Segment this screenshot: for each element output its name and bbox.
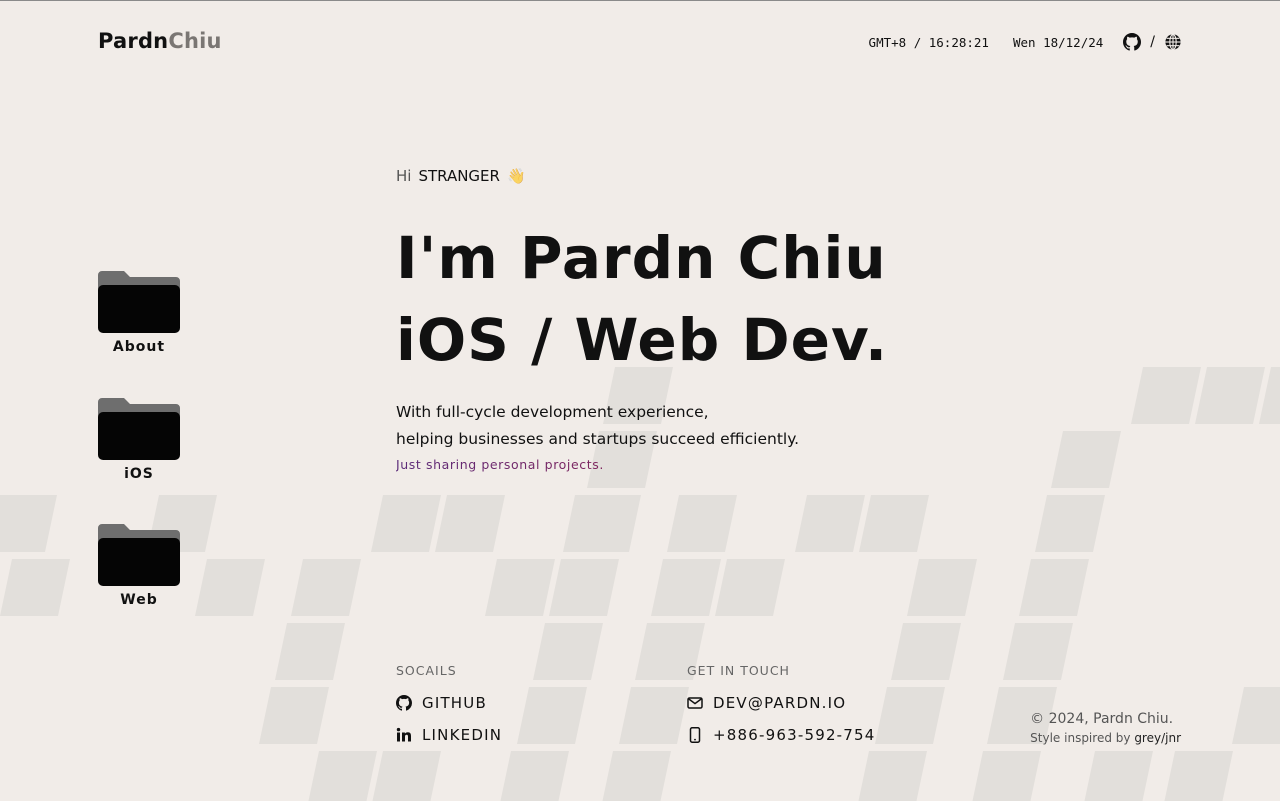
background-tile bbox=[972, 751, 1041, 801]
background-tile bbox=[291, 559, 361, 616]
github-link-label: GITHUB bbox=[422, 694, 487, 712]
intro-line: helping businesses and startups succeed … bbox=[396, 430, 800, 448]
background-tile bbox=[795, 495, 865, 552]
background-tile bbox=[372, 751, 441, 801]
intro-line: With full-cycle development experience, bbox=[396, 403, 709, 421]
visitor-name: STRANGER bbox=[418, 167, 500, 185]
email-link[interactable]: DEV@PARDN.IO bbox=[687, 694, 876, 712]
background-tile bbox=[1003, 623, 1073, 680]
github-icon bbox=[396, 695, 412, 711]
background-tile bbox=[485, 559, 555, 616]
background-tile bbox=[533, 623, 603, 680]
linkedin-link-label: LINKEDIN bbox=[422, 726, 503, 744]
background-tile bbox=[875, 687, 945, 744]
top-bar: GMT+8 / 16:28:21 Wen 18/12/24 / bbox=[869, 33, 1182, 51]
folder-icon bbox=[98, 524, 180, 586]
credit-prefix: Style inspired by bbox=[1030, 731, 1131, 745]
date-readout: Wen 18/12/24 bbox=[1012, 34, 1104, 50]
phone-link[interactable]: +886-963-592-754 bbox=[687, 726, 876, 744]
clock-readout: GMT+8 / 16:28:21 bbox=[868, 34, 989, 50]
background-tile bbox=[715, 559, 785, 616]
hero-section: Hi STRANGER 👋 I'm Pardn Chiu iOS / Web D… bbox=[396, 167, 888, 472]
hero-tagline: Just sharing personal projects. bbox=[396, 457, 888, 472]
background-tile bbox=[275, 623, 345, 680]
contact-heading: GET IN TOUCH bbox=[687, 663, 790, 678]
background-tile bbox=[195, 559, 265, 616]
background-tile bbox=[371, 495, 441, 552]
folder-ios[interactable]: iOS bbox=[98, 398, 180, 482]
folder-label: Web bbox=[120, 592, 158, 608]
phone-link-label: +886-963-592-754 bbox=[713, 726, 876, 744]
folder-label: iOS bbox=[124, 466, 154, 482]
logo-primary: Pardn bbox=[98, 29, 169, 53]
background-tile bbox=[1019, 559, 1089, 616]
background-tile bbox=[651, 559, 721, 616]
logo-secondary: Chiu bbox=[168, 29, 222, 53]
globe-icon[interactable] bbox=[1164, 33, 1182, 51]
background-tile bbox=[1084, 751, 1153, 801]
hero-intro: With full-cycle development experience, … bbox=[396, 399, 888, 453]
socials-heading: SOCAILS bbox=[396, 663, 457, 678]
background-tile bbox=[667, 495, 737, 552]
linkedin-icon bbox=[396, 727, 411, 742]
style-credit: Style inspired by grey/jnr bbox=[1030, 731, 1181, 745]
folder-icon bbox=[98, 398, 180, 460]
footer: © 2024, Pardn Chiu. Style inspired by gr… bbox=[1030, 711, 1181, 745]
background-tile bbox=[259, 687, 329, 744]
greeting-text: Hi bbox=[396, 167, 412, 185]
background-tile bbox=[500, 751, 569, 801]
background-tile bbox=[858, 751, 927, 801]
folder-label: About bbox=[112, 339, 166, 355]
background-tile bbox=[1051, 431, 1121, 488]
background-tile bbox=[0, 495, 57, 552]
background-tile bbox=[907, 559, 977, 616]
folder-web[interactable]: Web bbox=[98, 524, 180, 608]
hero-title-line: I'm Pardn Chiu bbox=[396, 224, 887, 292]
background-tile bbox=[0, 559, 70, 616]
background-tile bbox=[891, 623, 961, 680]
hero-title: I'm Pardn Chiu iOS / Web Dev. bbox=[396, 217, 888, 381]
mail-icon bbox=[687, 697, 703, 709]
background-tile bbox=[308, 751, 377, 801]
background-tile bbox=[1035, 495, 1105, 552]
folder-icon bbox=[98, 271, 180, 333]
folder-about[interactable]: About bbox=[98, 271, 180, 355]
phone-icon bbox=[689, 727, 701, 743]
icon-separator: / bbox=[1150, 34, 1155, 50]
wave-emoji-icon: 👋 bbox=[506, 167, 526, 185]
background-tile bbox=[1164, 751, 1233, 801]
email-link-label: DEV@PARDN.IO bbox=[713, 694, 847, 712]
contact-section: GET IN TOUCH DEV@PARDN.IO +886-963-592-7… bbox=[687, 663, 876, 744]
background-tile bbox=[435, 495, 505, 552]
background-tile bbox=[1232, 687, 1280, 744]
background-tile bbox=[517, 687, 587, 744]
hero-title-line: iOS / Web Dev. bbox=[396, 306, 889, 374]
copyright-text: © 2024, Pardn Chiu. bbox=[1030, 711, 1174, 727]
background-tile bbox=[602, 751, 671, 801]
linkedin-link[interactable]: LINKEDIN bbox=[396, 726, 502, 744]
credit-link[interactable]: grey/jnr bbox=[1134, 731, 1181, 745]
github-link[interactable]: GITHUB bbox=[396, 694, 502, 712]
background-tile bbox=[571, 495, 641, 552]
background-tile bbox=[859, 495, 929, 552]
socials-section: SOCAILS GITHUB LINKEDIN bbox=[396, 663, 502, 744]
background-tile bbox=[1195, 367, 1265, 424]
github-icon[interactable] bbox=[1123, 33, 1142, 51]
background-tile bbox=[619, 687, 689, 744]
greeting: Hi STRANGER 👋 bbox=[396, 167, 888, 185]
site-logo[interactable]: PardnChiu bbox=[98, 29, 222, 53]
background-tile bbox=[549, 559, 619, 616]
background-tile bbox=[1131, 367, 1201, 424]
